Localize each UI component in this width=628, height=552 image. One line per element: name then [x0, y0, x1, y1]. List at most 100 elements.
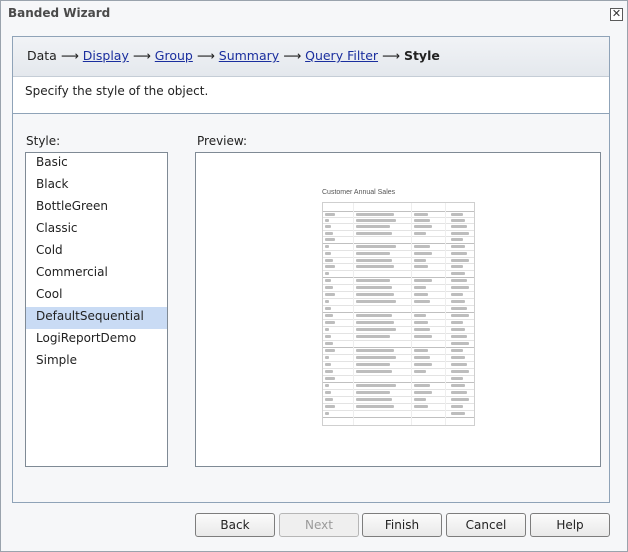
- finish-button[interactable]: Finish: [362, 513, 442, 537]
- breadcrumb-step-summary[interactable]: Summary: [219, 48, 279, 63]
- breadcrumb-step-group[interactable]: Group: [155, 48, 193, 63]
- thumbnail-cell-text: [325, 279, 331, 282]
- thumbnail-cell-text: [356, 405, 394, 408]
- thumbnail-row-line: [323, 396, 474, 397]
- breadcrumb-step-display[interactable]: Display: [83, 48, 129, 63]
- thumbnail-cell-text: [451, 342, 469, 345]
- thumbnail-cell-text: [325, 349, 335, 352]
- thumbnail-row-line: [323, 217, 474, 218]
- preview-thumbnail: Customer Annual Sales: [320, 187, 476, 427]
- thumbnail-row-line: [323, 361, 474, 362]
- thumbnail-cell-text: [414, 286, 426, 289]
- thumbnail-row-line: [323, 312, 474, 313]
- preview-label: Preview:: [197, 134, 248, 148]
- thumbnail-cell-text: [414, 356, 430, 359]
- thumbnail-cell-text: [414, 335, 432, 338]
- cancel-button[interactable]: Cancel: [446, 513, 526, 537]
- breadcrumb-arrow: ⟶: [382, 48, 400, 63]
- thumbnail-row-line: [323, 354, 474, 355]
- thumbnail-cell-text: [325, 377, 335, 380]
- thumbnail-cell-text: [451, 245, 465, 248]
- thumbnail-row-line: [323, 291, 474, 292]
- thumbnail-cell-text: [356, 356, 396, 359]
- thumbnail-cell-text: [325, 370, 333, 373]
- help-button[interactable]: Help: [530, 513, 610, 537]
- thumbnail-cell-text: [451, 265, 463, 268]
- thumbnail-cell-text: [414, 225, 432, 228]
- thumbnail-cell-text: [451, 279, 467, 282]
- style-list-item[interactable]: Cool: [26, 285, 167, 307]
- thumbnail-cell-text: [325, 286, 333, 289]
- thumbnail-cell-text: [451, 293, 463, 296]
- thumbnail-row-line: [323, 326, 474, 327]
- thumbnail-column-line: [445, 203, 446, 425]
- close-icon[interactable]: ✕: [610, 8, 623, 21]
- thumbnail-cell-text: [451, 356, 465, 359]
- thumbnail-cell-text: [356, 314, 392, 317]
- thumbnail-row-line: [323, 340, 474, 341]
- style-list-item[interactable]: LogiReportDemo: [26, 329, 167, 351]
- thumbnail-cell-text: [451, 219, 465, 222]
- thumbnail-cell-text: [325, 219, 329, 222]
- thumbnail-cell-text: [451, 286, 469, 289]
- thumbnail-cell-text: [356, 384, 396, 387]
- thumbnail-row-line: [323, 410, 474, 411]
- thumbnail-cell-text: [451, 300, 465, 303]
- thumbnail-cell-text: [451, 405, 463, 408]
- thumbnail-cell-text: [414, 259, 426, 262]
- style-list-item[interactable]: Simple: [26, 351, 167, 373]
- thumbnail-cell-text: [451, 272, 465, 275]
- style-list-item[interactable]: Black: [26, 175, 167, 197]
- thumbnail-cell-text: [414, 398, 426, 401]
- title-bar[interactable]: Banded Wizard ✕: [1, 1, 627, 27]
- breadcrumb-step-query-filter[interactable]: Query Filter: [305, 48, 378, 63]
- breadcrumb-arrow: ⟶: [60, 48, 79, 63]
- thumbnail-cell-text: [325, 363, 331, 366]
- thumbnail-row-line: [323, 305, 474, 306]
- thumbnail-cell-text: [414, 328, 430, 331]
- thumbnail-row-line: [323, 298, 474, 299]
- thumbnail-row-line: [323, 223, 474, 224]
- breadcrumb-step-data: Data: [27, 48, 57, 63]
- thumbnail-cell-text: [325, 314, 333, 317]
- thumbnail-cell-text: [414, 405, 428, 408]
- next-button[interactable]: Next: [279, 513, 359, 537]
- style-list-item[interactable]: Commercial: [26, 263, 167, 285]
- thumbnail-cell-text: [414, 265, 428, 268]
- instruction-text: Specify the style of the object.: [13, 77, 609, 114]
- thumbnail-cell-text: [451, 335, 467, 338]
- thumbnail-row-line: [323, 403, 474, 404]
- thumbnail-cell-text: [325, 238, 335, 241]
- back-button[interactable]: Back: [195, 513, 275, 537]
- thumbnail-report-table: [322, 202, 475, 426]
- breadcrumb-arrow: ⟶: [132, 48, 151, 63]
- thumbnail-cell-text: [356, 225, 390, 228]
- style-list-item[interactable]: BottleGreen: [26, 197, 167, 219]
- style-list-item[interactable]: Classic: [26, 219, 167, 241]
- thumbnail-cell-text: [325, 259, 333, 262]
- thumbnail-cell-text: [356, 300, 396, 303]
- thumbnail-cell-text: [451, 314, 469, 317]
- thumbnail-row-line: [323, 368, 474, 369]
- thumbnail-cell-text: [325, 398, 333, 401]
- style-list-item[interactable]: DefaultSequential: [26, 307, 167, 329]
- style-list-item[interactable]: Cold: [26, 241, 167, 263]
- style-label: Style:: [26, 134, 61, 148]
- thumbnail-cell-text: [414, 219, 430, 222]
- window-title: Banded Wizard: [8, 6, 111, 20]
- thumbnail-cell-text: [356, 219, 396, 222]
- thumbnail-cell-text: [451, 370, 469, 373]
- thumbnail-cell-text: [356, 391, 390, 394]
- thumbnail-cell-text: [414, 279, 432, 282]
- thumbnail-cell-text: [414, 245, 430, 248]
- thumbnail-cell-text: [451, 349, 463, 352]
- thumbnail-row-line: [323, 375, 474, 376]
- thumbnail-row-line: [323, 277, 474, 278]
- thumbnail-cell-text: [325, 391, 331, 394]
- thumbnail-cell-text: [356, 232, 392, 235]
- thumbnail-cell-text: [325, 245, 329, 248]
- thumbnail-row-line: [323, 382, 474, 383]
- style-list-item[interactable]: Basic: [26, 153, 167, 175]
- thumbnail-cell-text: [325, 265, 335, 268]
- style-list[interactable]: Basic Black BottleGreen Classic Cold Commerci…: [25, 152, 168, 467]
